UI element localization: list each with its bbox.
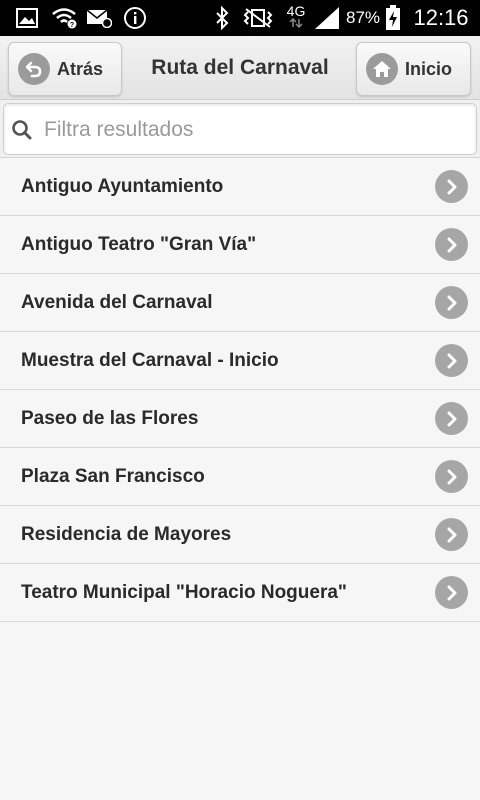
search-input[interactable] <box>44 114 464 146</box>
list-item[interactable]: Antiguo Teatro "Gran Vía" <box>0 216 480 274</box>
chevron-right-icon <box>435 170 468 203</box>
chevron-right-icon <box>435 518 468 551</box>
back-button[interactable]: Atrás <box>8 42 122 96</box>
list-item-label: Antiguo Teatro "Gran Vía" <box>21 234 257 255</box>
list-item[interactable]: Antiguo Ayuntamiento <box>0 158 480 216</box>
home-button-label: Inicio <box>405 58 453 79</box>
list-item[interactable]: Plaza San Francisco <box>0 448 480 506</box>
list-item-label: Antiguo Ayuntamiento <box>21 176 224 197</box>
battery-percent-label: 87% <box>345 8 381 27</box>
back-arrow-icon <box>18 53 50 85</box>
results-list: Antiguo Ayuntamiento Antiguo Teatro "Gra… <box>0 158 480 622</box>
list-item[interactable]: Avenida del Carnaval <box>0 274 480 332</box>
clock: 12:16 <box>410 0 472 36</box>
list-item[interactable]: Residencia de Mayores <box>0 506 480 564</box>
search-box <box>3 103 477 155</box>
svg-text:?: ? <box>70 22 74 29</box>
list-item[interactable]: Paseo de las Flores <box>0 390 480 448</box>
page-title: Ruta del Carnaval <box>151 56 329 79</box>
home-button[interactable]: Inicio <box>356 42 471 96</box>
chevron-right-icon <box>435 286 468 319</box>
info-icon <box>123 0 147 36</box>
list-item-label: Avenida del Carnaval <box>21 292 213 313</box>
header-bar: Atrás Ruta del Carnaval Inicio <box>0 36 480 100</box>
email-icon <box>86 0 112 36</box>
search-icon <box>11 119 33 146</box>
vibrate-icon <box>242 0 274 36</box>
clock-label: 12:16 <box>413 5 469 30</box>
list-item[interactable]: Teatro Municipal "Horacio Noguera" <box>0 564 480 622</box>
chevron-right-icon <box>435 460 468 493</box>
back-button-label: Atrás <box>57 58 104 79</box>
wifi-question-icon: ? <box>52 0 78 36</box>
battery-charging-icon <box>384 0 402 36</box>
network-type-label: 4G <box>286 3 306 19</box>
list-item-label: Plaza San Francisco <box>21 466 205 487</box>
list-item[interactable]: Muestra del Carnaval - Inicio <box>0 332 480 390</box>
image-icon <box>16 0 38 36</box>
status-bar: ? 4G 87% 12:16 <box>0 0 480 36</box>
signal-icon <box>314 0 340 36</box>
battery-percent: 87% <box>346 0 380 36</box>
list-item-label: Muestra del Carnaval - Inicio <box>21 350 279 371</box>
list-item-label: Paseo de las Flores <box>21 408 199 429</box>
list-item-label: Teatro Municipal "Horacio Noguera" <box>21 582 347 603</box>
network-4g-icon: 4G <box>284 0 308 36</box>
chevron-right-icon <box>435 344 468 377</box>
list-item-label: Residencia de Mayores <box>21 524 232 545</box>
home-icon <box>366 53 398 85</box>
bluetooth-icon <box>212 0 232 36</box>
chevron-right-icon <box>435 402 468 435</box>
chevron-right-icon <box>435 228 468 261</box>
chevron-right-icon <box>435 576 468 609</box>
search-bar <box>0 100 480 158</box>
